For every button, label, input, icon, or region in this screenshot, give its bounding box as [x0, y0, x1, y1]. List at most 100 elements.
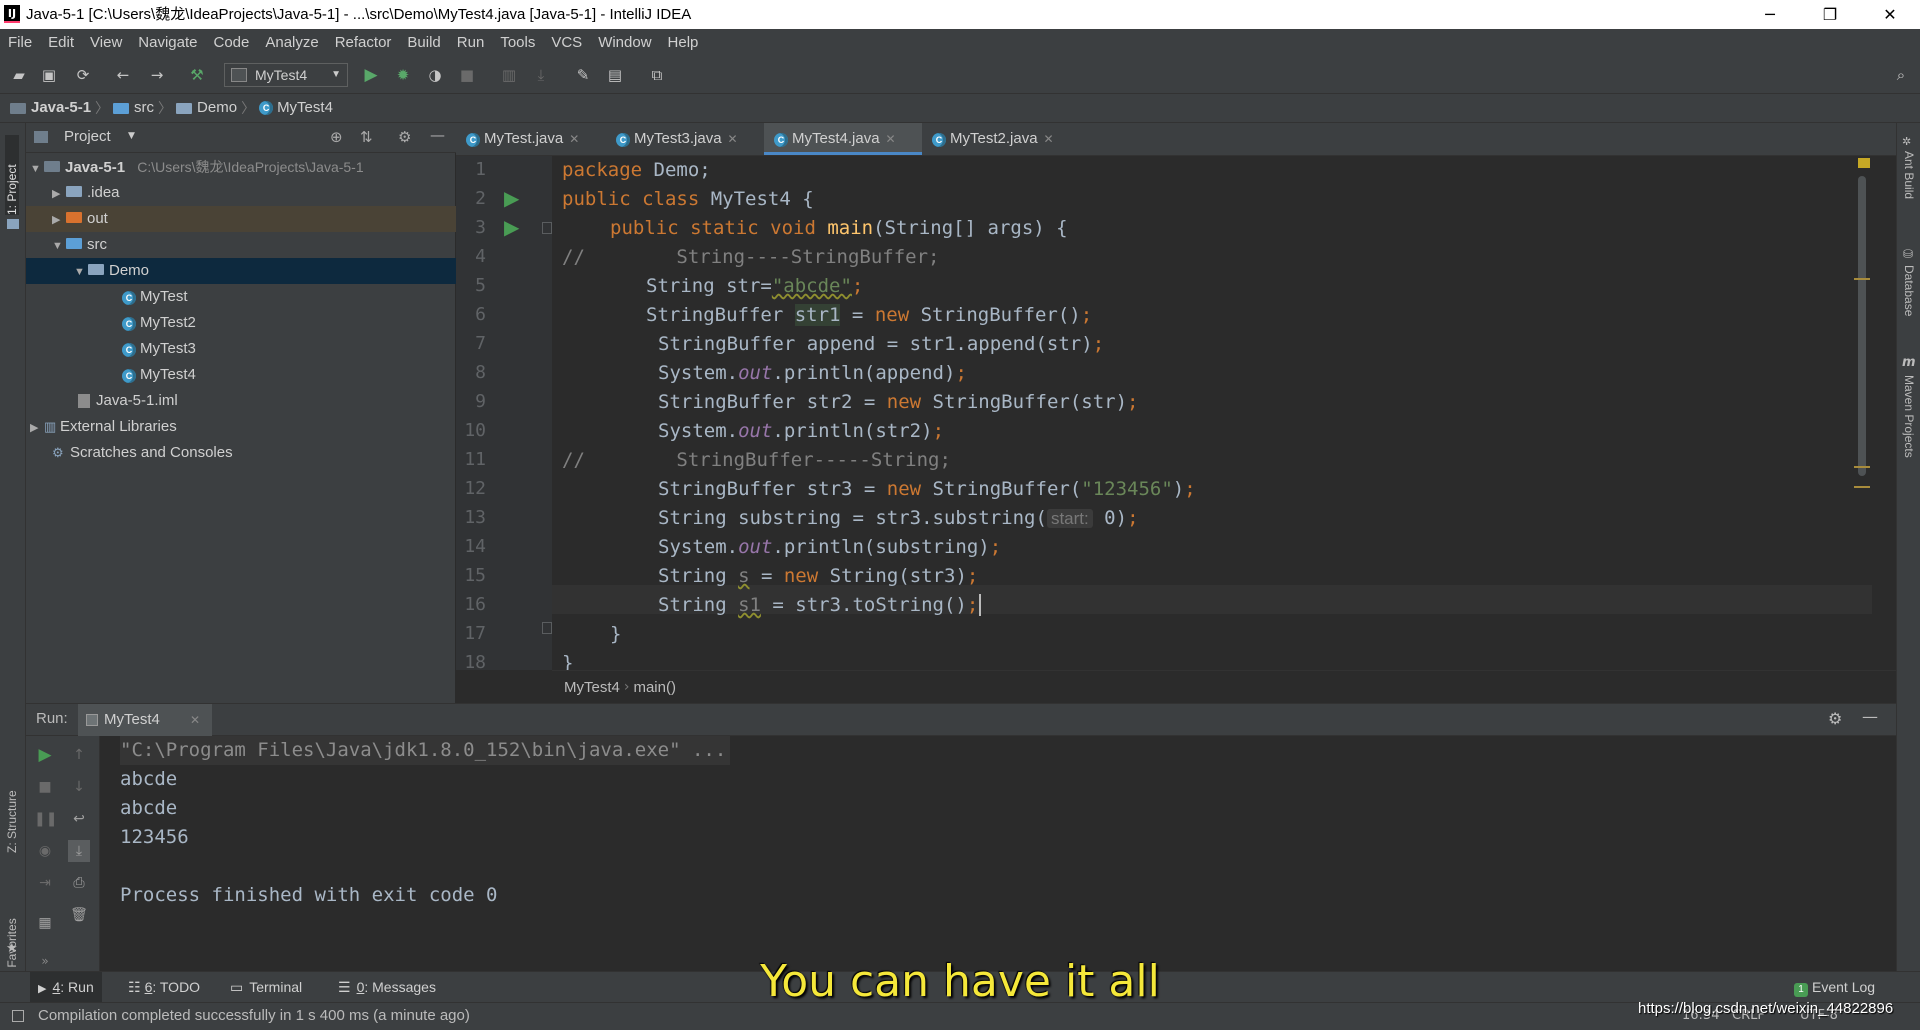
- tool-window-messages[interactable]: ☰ 0: Messages: [330, 972, 444, 1002]
- coverage-icon[interactable]: ◑: [424, 64, 446, 86]
- run-console[interactable]: "C:\Program Files\Java\jdk1.8.0_152\bin\…: [100, 736, 1896, 971]
- tool-window-database[interactable]: Database: [1902, 265, 1916, 316]
- menu-navigate[interactable]: Navigate: [130, 29, 205, 56]
- status-toggle-icon[interactable]: [12, 1010, 24, 1022]
- more-icon[interactable]: »: [34, 950, 56, 972]
- fold-marker-icon[interactable]: [542, 622, 552, 634]
- run-main-icon[interactable]: ▶: [504, 215, 519, 239]
- tree-item-scratches[interactable]: ⚙ Scratches and Consoles: [26, 440, 482, 466]
- tree-item-root[interactable]: ▼ Java-5-1 C:\Users\魏龙\IdeaProjects\Java-…: [26, 154, 460, 180]
- down-arrow-icon[interactable]: ↓: [68, 776, 90, 798]
- breadcrumb-demo[interactable]: Demo: [176, 94, 237, 122]
- soft-wrap-icon[interactable]: ↩: [68, 808, 90, 830]
- warning-status-icon[interactable]: [1858, 158, 1870, 168]
- tree-item-demo[interactable]: ▼ Demo: [26, 258, 504, 284]
- tree-item-external-libraries[interactable]: ▶ ▥ External Libraries: [26, 414, 460, 440]
- tool-window-favorites[interactable]: 2: Favorites: [5, 871, 19, 981]
- hide-panel-icon[interactable]: —: [430, 126, 445, 144]
- menu-refactor[interactable]: Refactor: [327, 29, 400, 56]
- gear-icon[interactable]: ⚙: [398, 128, 411, 146]
- vcs-commit-icon[interactable]: ⤓: [530, 64, 552, 86]
- sdk-manager-icon[interactable]: ⧉: [646, 64, 668, 86]
- tool-window-project[interactable]: 1: Project: [5, 135, 19, 215]
- up-arrow-icon[interactable]: ↑: [68, 744, 90, 766]
- editor-crumb-class[interactable]: MyTest4: [564, 679, 620, 696]
- close-tab-icon[interactable]: ✕: [190, 704, 200, 736]
- breadcrumb-class[interactable]: C MyTest4: [259, 94, 333, 122]
- run-tab-mytest4[interactable]: MyTest4 ✕: [78, 704, 212, 736]
- close-tab-icon[interactable]: ✕: [728, 132, 738, 146]
- close-tab-icon[interactable]: ✕: [886, 132, 896, 146]
- hide-panel-icon[interactable]: —: [1862, 707, 1878, 726]
- tree-item-iml[interactable]: Java-5-1.iml: [26, 388, 508, 414]
- warning-marker[interactable]: [1854, 278, 1870, 280]
- rerun-icon[interactable]: ▶: [34, 744, 56, 766]
- project-structure-icon[interactable]: ▤: [604, 64, 626, 86]
- tool-window-ant-build[interactable]: Ant Build: [1902, 151, 1916, 199]
- restore-button[interactable]: ❐: [1800, 0, 1860, 29]
- tool-window-structure[interactable]: Z: Structure: [5, 743, 19, 853]
- gear-icon[interactable]: ⚙: [1828, 709, 1842, 728]
- settings-wrench-icon[interactable]: ✎: [572, 64, 594, 86]
- sync-icon[interactable]: ⟳: [72, 64, 94, 86]
- tab-mytest4[interactable]: C MyTest4.java ✕: [764, 123, 922, 155]
- warning-marker[interactable]: [1854, 466, 1870, 468]
- scroll-to-end-icon[interactable]: ⤓: [68, 840, 90, 862]
- tool-window-todo[interactable]: ☷ 6: TODO: [120, 972, 208, 1002]
- tool-window-run[interactable]: ▶ 4: Run: [30, 972, 102, 1002]
- back-icon[interactable]: ←: [112, 64, 134, 86]
- menu-vcs[interactable]: VCS: [543, 29, 590, 56]
- stop-icon[interactable]: ■: [456, 64, 478, 86]
- open-folder-icon[interactable]: ▰: [8, 64, 30, 86]
- stop-icon[interactable]: ■: [34, 776, 56, 798]
- menu-window[interactable]: Window: [590, 29, 659, 56]
- debug-bug-icon[interactable]: ✹: [392, 64, 414, 86]
- tree-item-src[interactable]: ▼ src: [26, 232, 482, 258]
- menu-build[interactable]: Build: [399, 29, 448, 56]
- search-everywhere-icon[interactable]: ⌕: [1890, 64, 1912, 86]
- editor-crumb-method[interactable]: main(): [633, 679, 676, 696]
- tree-item-out[interactable]: ▶ out: [26, 206, 482, 232]
- minimize-button[interactable]: ─: [1740, 0, 1800, 29]
- menu-tools[interactable]: Tools: [492, 29, 543, 56]
- menu-help[interactable]: Help: [660, 29, 707, 56]
- scroll-from-source-icon[interactable]: ⊕: [330, 128, 343, 146]
- editor-scrollbar[interactable]: [1858, 176, 1866, 476]
- close-tab-icon[interactable]: ✕: [569, 132, 579, 146]
- run-icon[interactable]: ▶: [360, 64, 382, 86]
- tab-mytest[interactable]: C MyTest.java ✕: [456, 123, 606, 155]
- breadcrumb-project[interactable]: Java-5-1: [10, 94, 91, 122]
- close-tab-icon[interactable]: ✕: [1044, 132, 1054, 146]
- tool-window-terminal[interactable]: ▭ Terminal: [222, 972, 310, 1002]
- warning-marker[interactable]: [1854, 486, 1870, 488]
- status-message[interactable]: Compilation completed successfully in 1 …: [38, 1007, 470, 1024]
- restore-layout-icon[interactable]: ⇥: [34, 872, 56, 894]
- print-icon[interactable]: ⎙: [68, 872, 90, 894]
- breadcrumb-src[interactable]: src: [113, 94, 154, 122]
- tool-window-maven[interactable]: Maven Projects: [1902, 375, 1916, 458]
- collapse-all-icon[interactable]: ⇅: [360, 128, 373, 146]
- run-config-dropdown[interactable]: MyTest4 ▼: [224, 63, 348, 87]
- menu-run[interactable]: Run: [449, 29, 493, 56]
- close-button[interactable]: ✕: [1860, 0, 1920, 29]
- tool-window-event-log[interactable]: 1 Event Log: [1786, 972, 1883, 1002]
- save-icon[interactable]: ▣: [38, 64, 60, 86]
- menu-analyze[interactable]: Analyze: [257, 29, 326, 56]
- menu-edit[interactable]: Edit: [40, 29, 82, 56]
- fold-marker-icon[interactable]: [542, 222, 552, 234]
- menu-code[interactable]: Code: [205, 29, 257, 56]
- project-view-selector[interactable]: Project: [64, 128, 111, 145]
- chevron-down-icon[interactable]: ▼: [128, 131, 135, 141]
- run-class-icon[interactable]: ▶: [504, 186, 519, 210]
- pause-icon[interactable]: ❚❚: [34, 808, 57, 830]
- trash-icon[interactable]: 🗑: [68, 904, 90, 926]
- menu-file[interactable]: File: [0, 29, 40, 56]
- vcs-update-icon[interactable]: ▥: [498, 64, 520, 86]
- build-hammer-icon[interactable]: ⚒: [186, 64, 208, 86]
- tab-mytest3[interactable]: C MyTest3.java ✕: [606, 123, 764, 155]
- dump-threads-icon[interactable]: ◉: [34, 840, 56, 862]
- code-editor[interactable]: package Demo; public class MyTest4 { pub…: [552, 156, 1872, 674]
- tab-mytest2[interactable]: C MyTest2.java ✕: [922, 123, 1080, 155]
- layout-icon[interactable]: ▦: [34, 912, 56, 934]
- tree-item-idea[interactable]: ▶ .idea: [26, 180, 482, 206]
